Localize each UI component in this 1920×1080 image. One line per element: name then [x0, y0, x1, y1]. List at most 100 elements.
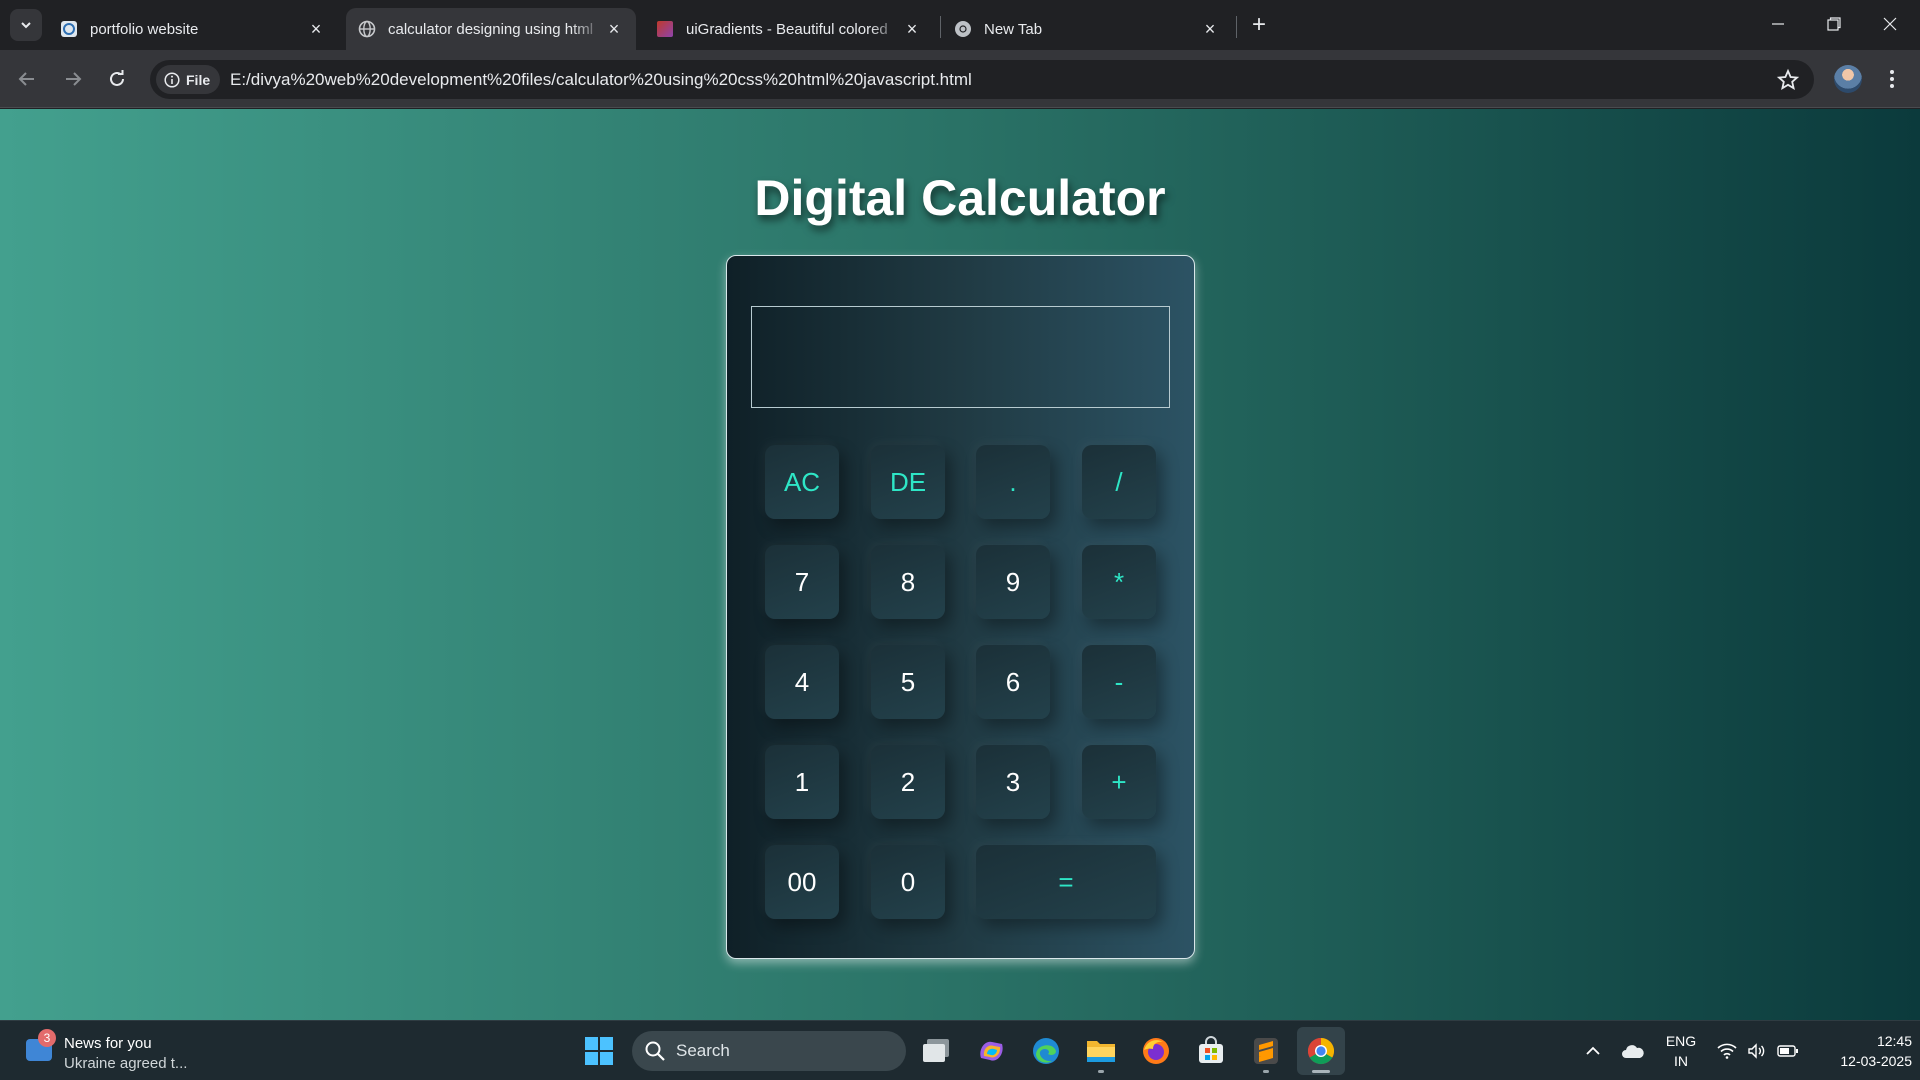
- portfolio-favicon: [60, 20, 78, 38]
- window-close-button[interactable]: [1862, 0, 1918, 48]
- digit-5-button[interactable]: 5: [871, 645, 945, 719]
- profile-avatar[interactable]: [1834, 65, 1862, 93]
- subtract-button[interactable]: -: [1082, 645, 1156, 719]
- show-hidden-icons-button[interactable]: [1578, 1021, 1608, 1080]
- bookmark-star-icon[interactable]: [1776, 68, 1800, 92]
- digit-4-button[interactable]: 4: [765, 645, 839, 719]
- info-icon: [164, 71, 180, 88]
- close-icon[interactable]: ×: [902, 19, 922, 39]
- windows-start-icon: [585, 1037, 613, 1065]
- calculator-display[interactable]: [751, 306, 1170, 408]
- close-icon: [1883, 17, 1897, 31]
- clock-date: 12-03-2025: [1840, 1053, 1912, 1069]
- copilot-icon: [980, 1041, 1003, 1061]
- add-button[interactable]: +: [1082, 745, 1156, 819]
- tab-calculator[interactable]: calculator designing using html ×: [346, 8, 636, 50]
- onedrive-button[interactable]: [1618, 1021, 1648, 1080]
- wifi-status[interactable]: [1714, 1021, 1740, 1080]
- restore-button[interactable]: [1806, 0, 1862, 48]
- digit-0-button[interactable]: 0: [871, 845, 945, 919]
- news-widget[interactable]: 3 News for you Ukraine agreed t...: [22, 1029, 202, 1073]
- windows-start-button[interactable]: [575, 1027, 623, 1075]
- microsoft-store-button[interactable]: [1187, 1027, 1235, 1075]
- equals-button[interactable]: =: [976, 845, 1156, 919]
- site-info-chip[interactable]: File: [156, 65, 221, 94]
- double-zero-button[interactable]: 00: [765, 845, 839, 919]
- running-indicator: [1098, 1070, 1104, 1073]
- tab-separator: [940, 16, 941, 38]
- browser-toolbar: File E:/divya%20web%20development%20file…: [0, 50, 1920, 108]
- task-view-button[interactable]: [912, 1027, 960, 1075]
- edge-button[interactable]: [1022, 1027, 1070, 1075]
- decimal-button[interactable]: .: [976, 445, 1050, 519]
- uigradients-favicon: [656, 20, 674, 38]
- clear-all-button[interactable]: AC: [765, 445, 839, 519]
- microsoft-store-icon: [1199, 1036, 1223, 1063]
- close-icon[interactable]: ×: [306, 19, 326, 39]
- forward-arrow-icon: [66, 72, 82, 86]
- windows-taskbar: 3 News for you Ukraine agreed t... Searc…: [0, 1020, 1920, 1080]
- news-title: News for you: [64, 1035, 152, 1052]
- tab-title: uiGradients - Beautiful colored: [686, 20, 888, 38]
- chevron-down-icon: [21, 22, 31, 29]
- page-viewport: Digital Calculator AC DE./7 8 9 * 4 5 6-1 2 3 +00 0…: [0, 109, 1920, 1020]
- close-icon[interactable]: ×: [1200, 19, 1220, 39]
- task-view-icon: [923, 1039, 949, 1062]
- taskbar-search[interactable]: Search: [632, 1031, 906, 1071]
- tab-title: calculator designing using html: [388, 20, 594, 38]
- copilot-button[interactable]: [967, 1027, 1015, 1075]
- edge-icon: [1033, 1038, 1059, 1064]
- file-explorer-button[interactable]: [1077, 1027, 1125, 1075]
- firefox-icon: [1143, 1038, 1169, 1064]
- digit-1-button[interactable]: 1: [765, 745, 839, 819]
- language-indicator[interactable]: ENG IN: [1660, 1031, 1702, 1071]
- digit-8-button[interactable]: 8: [871, 545, 945, 619]
- tab-portfolio-website[interactable]: portfolio website ×: [48, 8, 338, 50]
- battery-icon: [1777, 1045, 1798, 1057]
- tab-new-tab[interactable]: New Tab ×: [942, 8, 1232, 50]
- news-badge: 3: [38, 1029, 56, 1047]
- tab-uigradients[interactable]: uiGradients - Beautiful colored ×: [644, 8, 934, 50]
- battery-status[interactable]: [1774, 1021, 1802, 1080]
- digit-9-button[interactable]: 9: [976, 545, 1050, 619]
- firefox-button[interactable]: [1132, 1027, 1180, 1075]
- volume-status[interactable]: [1744, 1021, 1770, 1080]
- sublime-text-button[interactable]: [1242, 1027, 1290, 1075]
- clock-time: 12:45: [1876, 1033, 1912, 1049]
- system-clock[interactable]: 12:45 12-03-2025: [1812, 1031, 1912, 1071]
- new-tab-button[interactable]: +: [1244, 10, 1274, 40]
- search-icon: [645, 1041, 665, 1061]
- digit-2-button[interactable]: 2: [871, 745, 945, 819]
- tab-title: portfolio website: [90, 20, 199, 38]
- wifi-icon: [1717, 1043, 1737, 1059]
- divide-button[interactable]: /: [1082, 445, 1156, 519]
- delete-button[interactable]: DE: [871, 445, 945, 519]
- minimize-button[interactable]: [1750, 0, 1806, 48]
- digit-3-button[interactable]: 3: [976, 745, 1050, 819]
- digit-7-button[interactable]: 7: [765, 545, 839, 619]
- chrome-taskbar-button[interactable]: [1297, 1027, 1345, 1075]
- tab-search-button[interactable]: [10, 9, 42, 41]
- back-arrow-icon: [18, 72, 34, 86]
- file-explorer-icon: [1087, 1041, 1115, 1062]
- language-code: ENG: [1665, 1033, 1697, 1049]
- reload-button[interactable]: [100, 62, 134, 96]
- multiply-button[interactable]: *: [1082, 545, 1156, 619]
- running-indicator: [1312, 1070, 1330, 1073]
- address-bar[interactable]: File E:/divya%20web%20development%20file…: [150, 60, 1814, 99]
- close-icon[interactable]: ×: [604, 19, 624, 39]
- cloud-icon: [1622, 1045, 1644, 1058]
- back-button[interactable]: [10, 62, 44, 96]
- sublime-text-icon: [1254, 1038, 1278, 1064]
- digit-6-button[interactable]: 6: [976, 645, 1050, 719]
- forward-button[interactable]: [56, 62, 90, 96]
- browser-menu-button[interactable]: [1880, 64, 1904, 94]
- site-info-label: File: [186, 71, 211, 88]
- region-code: IN: [1674, 1053, 1688, 1069]
- url-text[interactable]: E:/divya%20web%20development%20files/cal…: [230, 60, 972, 99]
- tab-title: New Tab: [984, 20, 1043, 38]
- chevron-up-icon: [1586, 1046, 1600, 1055]
- reload-icon: [110, 70, 124, 86]
- chrome-icon: [954, 20, 972, 38]
- chrome-icon: [1307, 1037, 1335, 1065]
